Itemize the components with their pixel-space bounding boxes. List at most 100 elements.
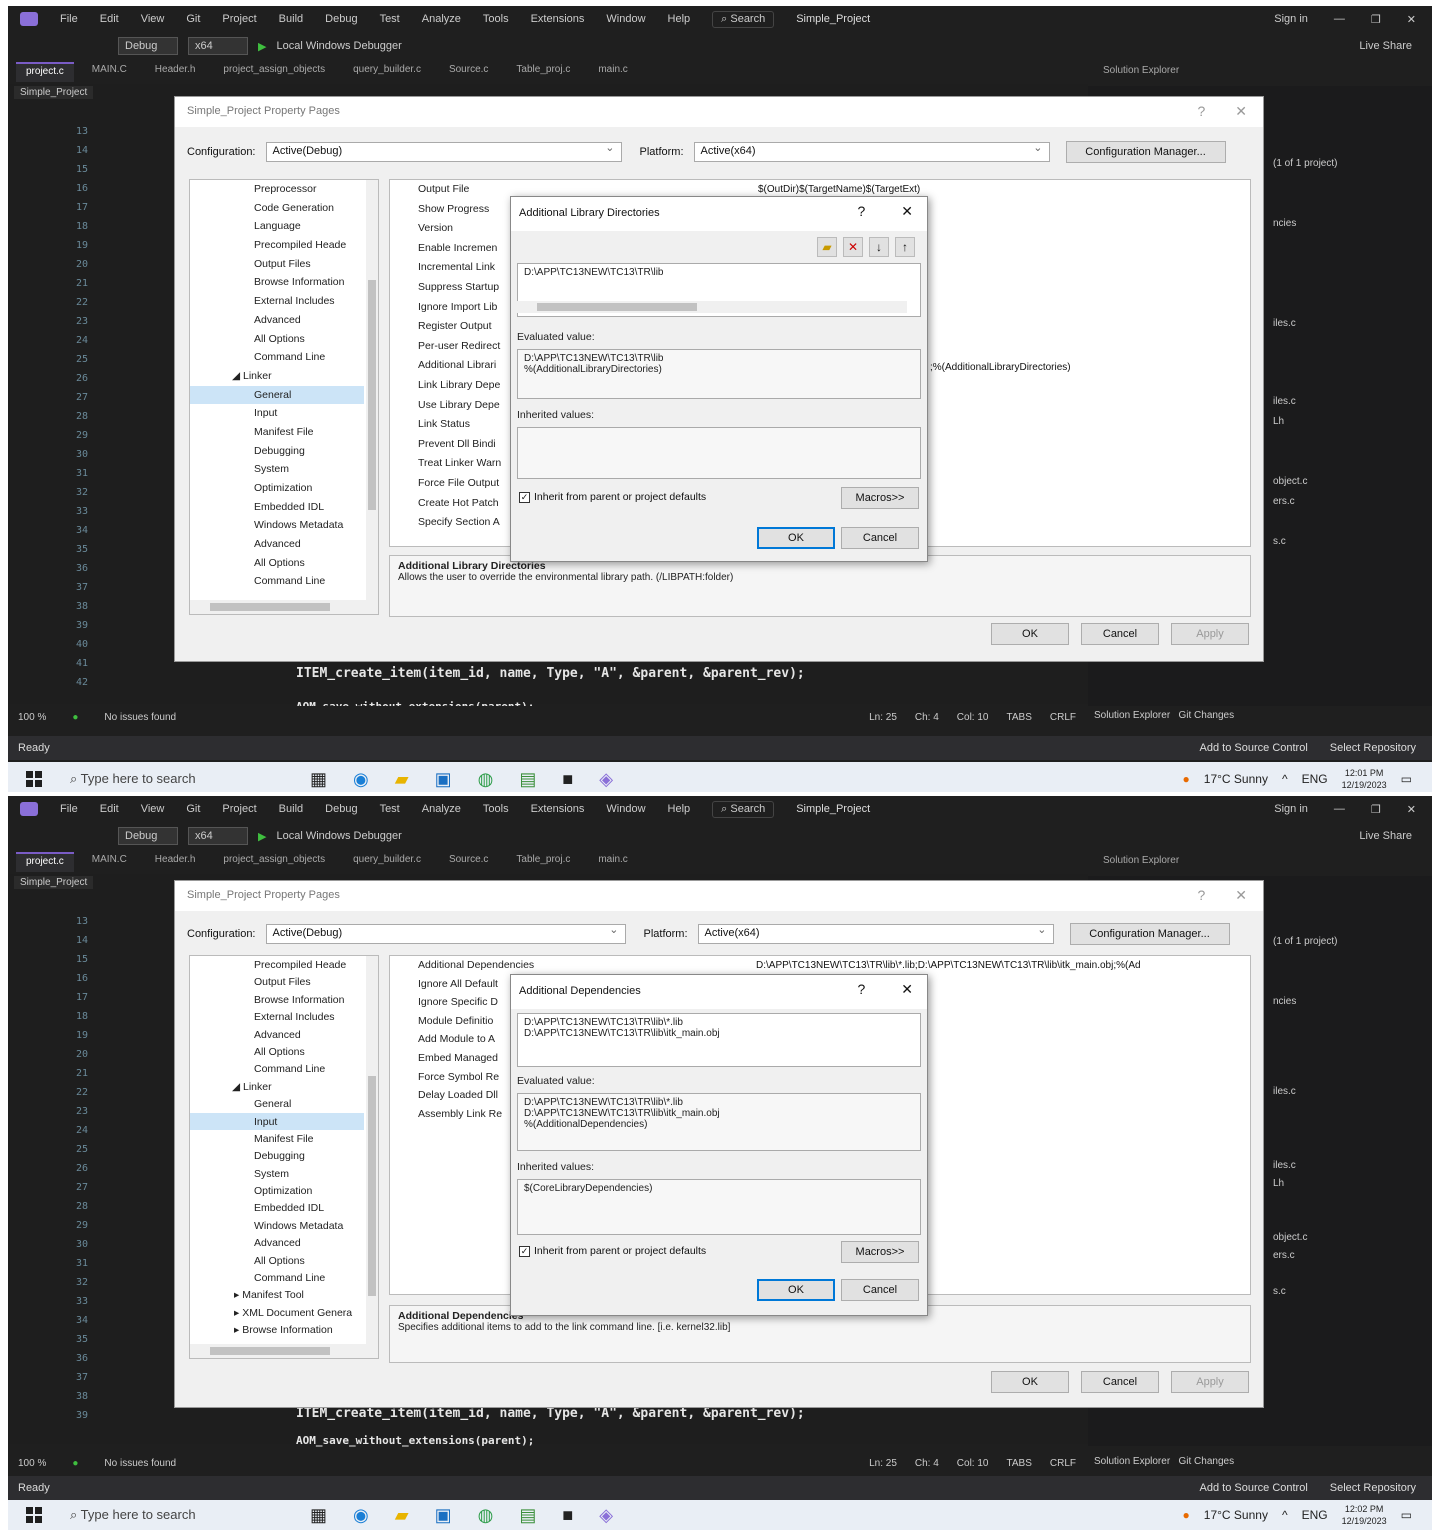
tree-item[interactable]: Browse Information: [190, 273, 378, 292]
tree-item[interactable]: All Options: [190, 554, 378, 573]
weather-text[interactable]: 17°C Sunny: [1204, 772, 1268, 786]
solution-item[interactable]: Lh: [1273, 1178, 1284, 1189]
menu-help[interactable]: Help: [668, 13, 691, 25]
tree-item[interactable]: Command Line: [190, 572, 378, 591]
solution-item[interactable]: s.c: [1273, 536, 1286, 547]
close-icon[interactable]: ✕: [1407, 13, 1416, 26]
solution-item[interactable]: iles.c: [1273, 396, 1296, 407]
tabs-indicator[interactable]: TABS: [1006, 1458, 1031, 1469]
close-icon[interactable]: ✕: [1407, 803, 1416, 816]
tree-item[interactable]: Manifest File: [190, 1130, 378, 1147]
issues-status[interactable]: No issues found: [104, 1458, 176, 1469]
tab-table-proj[interactable]: Table_proj.c: [506, 62, 580, 82]
solution-item[interactable]: object.c: [1273, 476, 1307, 487]
config-combo[interactable]: Debug: [118, 827, 178, 845]
tree-item[interactable]: Advanced: [190, 1234, 378, 1251]
configuration-manager-button[interactable]: Configuration Manager...: [1069, 923, 1230, 945]
tree-item[interactable]: Windows Metadata: [190, 516, 378, 535]
tab-main-c-upper[interactable]: MAIN.C: [82, 62, 137, 82]
tab-project-c[interactable]: project.c: [16, 852, 74, 872]
menu-edit[interactable]: Edit: [100, 803, 119, 815]
menu-build[interactable]: Build: [279, 803, 303, 815]
platform-combo[interactable]: x64: [188, 827, 248, 845]
tree-item[interactable]: Advanced: [190, 311, 378, 330]
tree-item[interactable]: Precompiled Heade: [190, 236, 378, 255]
tree-item[interactable]: System: [190, 1165, 378, 1182]
close-icon[interactable]: ✕: [1235, 887, 1247, 904]
tab-source-c[interactable]: Source.c: [439, 62, 498, 82]
tab-header-h[interactable]: Header.h: [145, 62, 206, 82]
solution-item[interactable]: iles.c: [1273, 1086, 1296, 1097]
tree-item[interactable]: Output Files: [190, 255, 378, 274]
tree-item[interactable]: Optimization: [190, 1182, 378, 1199]
clock[interactable]: 12:01 PM 12/19/2023: [1342, 767, 1387, 791]
tree-item-xml-doc[interactable]: ▸ XML Document Genera: [190, 1304, 378, 1321]
tabs-indicator[interactable]: TABS: [1006, 712, 1031, 723]
menu-window[interactable]: Window: [606, 803, 645, 815]
platform-combo[interactable]: x64: [188, 37, 248, 55]
inner-ok-button[interactable]: OK: [757, 527, 835, 549]
delete-icon[interactable]: ✕: [843, 237, 863, 257]
dependency-list[interactable]: D:\APP\TC13NEW\TC13\TR\lib\*.lib D:\APP\…: [517, 1013, 921, 1067]
menu-debug[interactable]: Debug: [325, 803, 357, 815]
help-icon[interactable]: ?: [857, 981, 865, 998]
taskbar-search[interactable]: ⌕ Type here to search: [70, 1507, 270, 1523]
live-share-button[interactable]: Live Share: [1359, 40, 1432, 52]
apply-button[interactable]: Apply: [1171, 1371, 1249, 1393]
tab-main-c[interactable]: main.c: [588, 852, 637, 872]
zoom-level[interactable]: 100 %: [18, 1458, 46, 1469]
tab-project-assign[interactable]: project_assign_objects: [213, 852, 335, 872]
checkbox-checked-icon[interactable]: ✓: [519, 491, 530, 503]
apply-button[interactable]: Apply: [1171, 623, 1249, 645]
tree-item[interactable]: Command Line: [190, 1269, 378, 1286]
tab-source-c[interactable]: Source.c: [439, 852, 498, 872]
clock[interactable]: 12:02 PM 12/19/2023: [1342, 1503, 1387, 1527]
tab-table-proj[interactable]: Table_proj.c: [506, 852, 580, 872]
notification-icon[interactable]: ▭: [1401, 772, 1412, 786]
tree-item[interactable]: Advanced: [190, 1026, 378, 1043]
search-box[interactable]: ⌕ Search: [712, 10, 775, 28]
menu-debug[interactable]: Debug: [325, 13, 357, 25]
tab-query-builder[interactable]: query_builder.c: [343, 62, 431, 82]
tree-item-manifest-tool[interactable]: ▸ Manifest Tool: [190, 1286, 378, 1303]
maximize-icon[interactable]: ❐: [1371, 803, 1381, 816]
tree-item[interactable]: All Options: [190, 1252, 378, 1269]
tab-query-builder[interactable]: query_builder.c: [343, 852, 431, 872]
minimize-icon[interactable]: —: [1334, 13, 1345, 26]
tab-main-c[interactable]: main.c: [588, 62, 637, 82]
platform-select[interactable]: Active(x64): [697, 923, 1054, 944]
menu-tools[interactable]: Tools: [483, 803, 509, 815]
tree-item-selected[interactable]: Input: [190, 1112, 364, 1130]
dependency-entry[interactable]: D:\APP\TC13NEW\TC13\TR\lib\itk_main.obj: [524, 1028, 914, 1039]
menu-view[interactable]: View: [141, 803, 165, 815]
cancel-button[interactable]: Cancel: [1081, 623, 1159, 645]
notification-icon[interactable]: ▭: [1401, 1508, 1412, 1522]
inherit-checkbox[interactable]: ✓ Inherit from parent or project defaults: [519, 1245, 706, 1257]
help-icon[interactable]: ?: [1197, 103, 1205, 120]
menu-view[interactable]: View: [141, 13, 165, 25]
tree-item[interactable]: Manifest File: [190, 423, 378, 442]
configuration-select[interactable]: Active(Debug): [265, 141, 622, 162]
chevron-up-icon[interactable]: ^: [1282, 1508, 1288, 1522]
inner-cancel-button[interactable]: Cancel: [841, 527, 919, 549]
language-indicator[interactable]: ENG: [1302, 772, 1328, 786]
zoom-level[interactable]: 100 %: [18, 712, 46, 723]
tree-item[interactable]: Command Line: [190, 1060, 378, 1077]
visual-studio-icon[interactable]: ◈: [599, 769, 613, 790]
edge-icon[interactable]: ◉: [353, 769, 369, 790]
menu-analyze[interactable]: Analyze: [422, 13, 461, 25]
add-source-control-button[interactable]: Add to Source Control: [1200, 742, 1308, 754]
windows-start-icon[interactable]: [26, 1507, 42, 1523]
line-ending-indicator[interactable]: CRLF: [1050, 1458, 1076, 1469]
file-explorer-icon[interactable]: ▰: [395, 1505, 409, 1526]
tree-item[interactable]: All Options: [190, 330, 378, 349]
chrome-icon[interactable]: ◍: [478, 769, 494, 790]
chevron-up-icon[interactable]: ^: [1282, 772, 1288, 786]
tree-item[interactable]: System: [190, 460, 378, 479]
dependency-entry[interactable]: D:\APP\TC13NEW\TC13\TR\lib\*.lib: [524, 1017, 914, 1028]
tree-item[interactable]: Input: [190, 404, 378, 423]
list-hscrollbar[interactable]: [517, 301, 907, 313]
inner-ok-button[interactable]: OK: [757, 1279, 835, 1301]
tab-solution-explorer[interactable]: Solution Explorer: [1094, 1456, 1170, 1467]
tab-main-c-upper[interactable]: MAIN.C: [82, 852, 137, 872]
